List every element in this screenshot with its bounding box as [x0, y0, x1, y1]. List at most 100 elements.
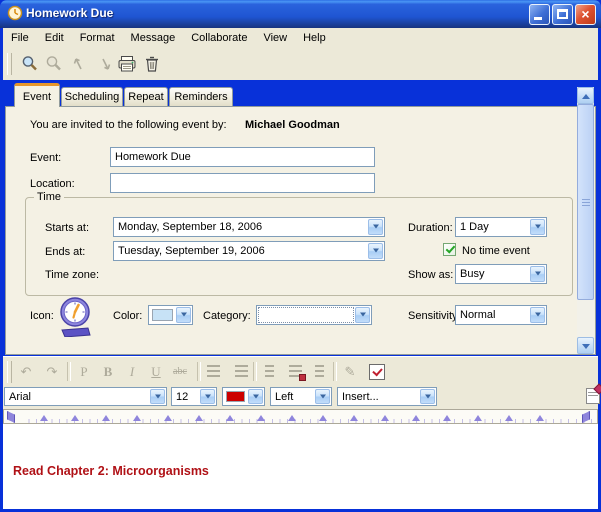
bold-button: B	[97, 361, 119, 382]
menu-help[interactable]: Help	[295, 30, 334, 46]
tab-event[interactable]: Event	[14, 83, 60, 107]
scrollbar-thumb[interactable]	[577, 104, 594, 300]
inviter-name: Michael Goodman	[245, 119, 340, 131]
show-as-combo[interactable]: Busy	[455, 264, 547, 284]
menu-collaborate[interactable]: Collaborate	[183, 30, 255, 46]
indent-icon	[235, 365, 248, 377]
menu-edit[interactable]: Edit	[37, 30, 72, 46]
ends-at-value: Tuesday, September 19, 2006	[118, 245, 265, 257]
ruler[interactable]	[3, 409, 598, 424]
menu-file[interactable]: File	[3, 30, 37, 46]
clock-event-icon	[56, 295, 94, 337]
checkmark-icon	[446, 243, 456, 253]
paragraph-style-button: P	[73, 361, 95, 382]
advanced-find-button	[41, 51, 67, 77]
print-button[interactable]	[113, 51, 139, 77]
chevron-down-icon[interactable]	[200, 389, 215, 404]
minimize-icon	[534, 17, 542, 20]
time-zone-label: Time zone:	[45, 269, 99, 281]
font-family-value: Arial	[9, 391, 31, 403]
thumb-grip	[582, 199, 590, 207]
menu-view[interactable]: View	[255, 30, 295, 46]
font-color-swatch	[226, 391, 245, 402]
right-margin-marker[interactable]	[582, 411, 590, 423]
chevron-down-icon	[582, 344, 590, 349]
starts-at-combo[interactable]: Monday, September 18, 2006	[113, 217, 385, 237]
font-size-combo[interactable]: 12	[171, 387, 217, 406]
outdent-button	[203, 361, 225, 382]
printer-icon	[117, 55, 137, 73]
bold-icon: B	[104, 364, 113, 379]
duration-value: 1 Day	[460, 221, 489, 233]
undo-button: ↶	[15, 361, 37, 382]
scroll-up-button[interactable]	[577, 87, 594, 104]
chevron-down-icon[interactable]	[176, 307, 191, 323]
spell-check-icon	[369, 364, 385, 380]
chevron-down-icon[interactable]	[530, 219, 545, 235]
maximize-button[interactable]	[552, 4, 573, 25]
separator	[333, 362, 337, 381]
sensitivity-label: Sensitivity:	[408, 310, 461, 322]
find-button[interactable]	[17, 51, 43, 77]
underline-icon: U	[151, 364, 160, 379]
scroll-down-button[interactable]	[577, 337, 594, 354]
event-input[interactable]	[110, 147, 375, 167]
insert-object-button	[309, 361, 331, 382]
close-button[interactable]: ×	[575, 4, 596, 25]
font-family-combo[interactable]: Arial	[4, 387, 167, 406]
color-combo[interactable]	[148, 305, 193, 325]
format-toolbar: ↶ ↷ P B I U abc ✎	[3, 356, 598, 386]
time-group-legend: Time	[34, 191, 64, 203]
alignment-combo[interactable]: Left	[270, 387, 332, 406]
ends-at-combo[interactable]: Tuesday, September 19, 2006	[113, 241, 385, 261]
chevron-down-icon[interactable]	[530, 266, 545, 282]
minimize-button[interactable]	[529, 4, 550, 25]
location-input[interactable]	[110, 173, 375, 193]
tab-scheduling[interactable]: Scheduling	[61, 87, 123, 106]
tab-repeat[interactable]: Repeat	[124, 87, 168, 106]
paragraph-icon: P	[80, 364, 87, 379]
chevron-down-icon[interactable]	[355, 307, 370, 323]
undo-icon: ↶	[21, 364, 32, 379]
clock-icon	[7, 5, 23, 21]
document-star-icon[interactable]	[586, 388, 600, 404]
starts-at-label: Starts at:	[45, 222, 89, 234]
italic-button: I	[121, 361, 143, 382]
duration-label: Duration:	[408, 222, 453, 234]
vertical-scrollbar[interactable]	[577, 87, 594, 354]
italic-icon: I	[130, 364, 134, 379]
sensitivity-combo[interactable]: Normal	[455, 305, 547, 325]
menu-format[interactable]: Format	[72, 30, 123, 46]
arrow-up-icon	[69, 55, 87, 73]
left-margin-marker[interactable]	[7, 411, 15, 423]
show-as-label: Show as:	[408, 269, 453, 281]
insert-combo[interactable]: Insert...	[337, 387, 437, 406]
trash-icon	[143, 55, 161, 73]
chevron-down-icon[interactable]	[368, 243, 383, 259]
redo-button: ↷	[41, 361, 63, 382]
menu-message[interactable]: Message	[123, 30, 184, 46]
tab-reminders[interactable]: Reminders	[169, 87, 233, 106]
font-color-combo[interactable]	[222, 387, 265, 406]
chevron-down-icon[interactable]	[530, 307, 545, 323]
bullet-list-button	[285, 361, 307, 382]
invited-label: You are invited to the following event b…	[30, 119, 227, 131]
spell-check-button[interactable]	[365, 361, 387, 382]
no-time-event-checkbox[interactable]	[443, 243, 456, 256]
delete-button[interactable]	[139, 51, 165, 77]
signature-pen-icon: ✎	[345, 364, 356, 379]
category-combo[interactable]	[256, 305, 372, 325]
insert-value: Insert...	[342, 391, 379, 403]
duration-combo[interactable]: 1 Day	[455, 217, 547, 237]
separator	[67, 362, 71, 381]
chevron-down-icon[interactable]	[315, 389, 330, 404]
menu-bar: File Edit Format Message Collaborate Vie…	[3, 28, 598, 48]
previous-item-button	[65, 51, 91, 77]
message-body[interactable]: Read Chapter 2: Microorganisms Complete …	[3, 424, 598, 509]
chevron-down-icon[interactable]	[420, 389, 435, 404]
chevron-down-icon[interactable]	[368, 219, 383, 235]
chevron-down-icon[interactable]	[248, 389, 263, 404]
chevron-down-icon[interactable]	[150, 389, 165, 404]
message-line: Read Chapter 2: Microorganisms	[13, 463, 463, 479]
chevron-up-icon	[582, 94, 590, 99]
